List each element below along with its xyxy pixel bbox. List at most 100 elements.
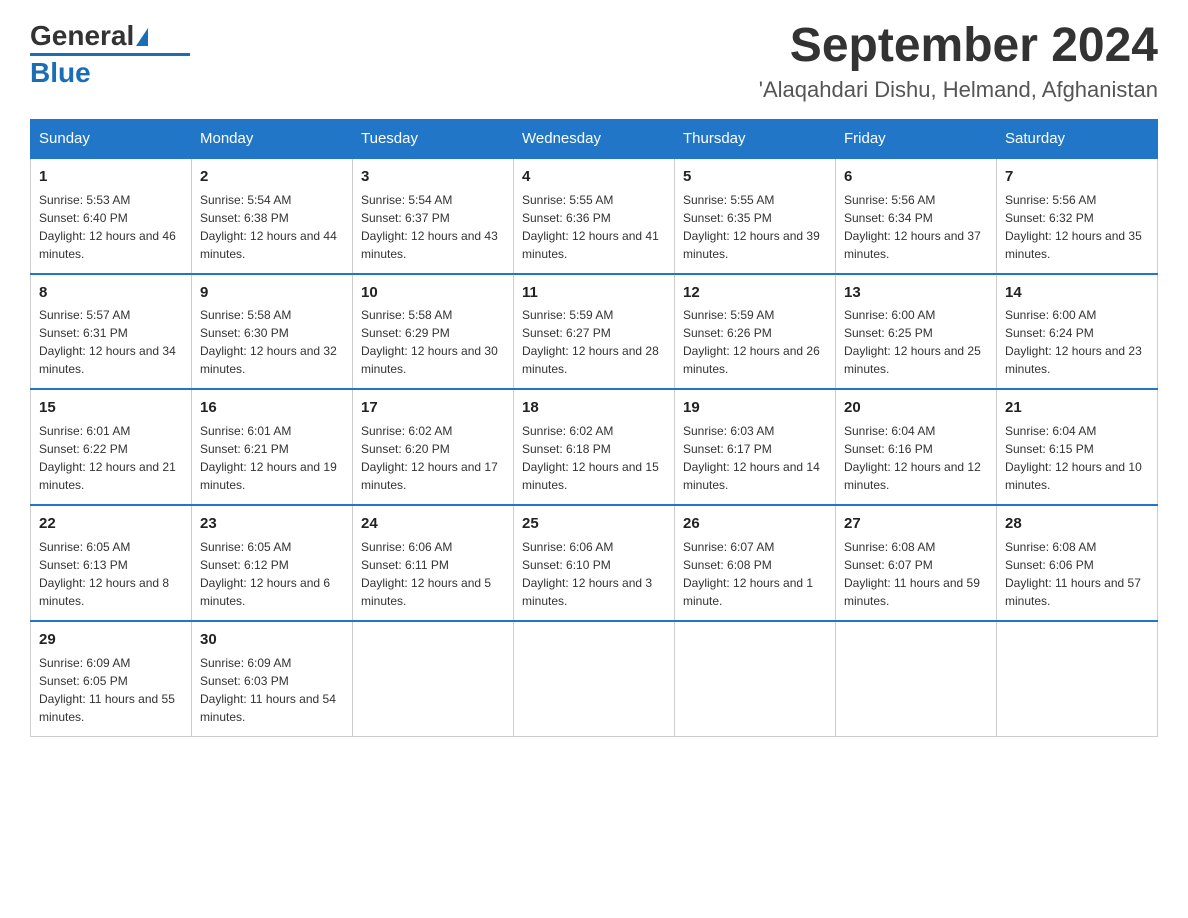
day-info: Sunrise: 6:06 AMSunset: 6:11 PMDaylight:… (361, 538, 505, 610)
day-of-week-header: Tuesday (353, 119, 514, 158)
calendar-week-row: 15Sunrise: 6:01 AMSunset: 6:22 PMDayligh… (31, 389, 1158, 505)
logo-general-text: General (30, 20, 134, 52)
day-number: 29 (39, 629, 183, 651)
day-number: 13 (844, 282, 988, 304)
calendar-day-cell: 29 Sunrise: 6:09 AMSunset: 6:05 PMDayligh… (31, 621, 192, 736)
calendar-day-cell: 17 Sunrise: 6:02 AMSunset: 6:20 PMDayligh… (353, 389, 514, 505)
calendar-day-cell: 1Sunrise: 5:53 AMSunset: 6:40 PMDaylight… (31, 158, 192, 274)
day-number: 8 (39, 282, 183, 304)
day-info: Sunrise: 6:01 AMSunset: 6:22 PMDaylight:… (39, 422, 183, 494)
day-number: 10 (361, 282, 505, 304)
calendar-day-cell: 14Sunrise: 6:00 AMSunset: 6:24 PMDayligh… (997, 274, 1158, 390)
day-of-week-header: Monday (192, 119, 353, 158)
day-number: 22 (39, 513, 183, 535)
day-info: Sunrise: 6:09 AMSunset: 6:05 PMDaylight:… (39, 654, 183, 726)
day-info: Sunrise: 6:05 AMSunset: 6:13 PMDaylight:… (39, 538, 183, 610)
day-info: Sunrise: 6:00 AMSunset: 6:24 PMDaylight:… (1005, 306, 1149, 378)
title-block: September 2024 'Alaqahdari Dishu, Helman… (759, 20, 1158, 103)
logo-triangle-icon (136, 28, 148, 46)
calendar-day-cell (836, 621, 997, 736)
calendar-day-cell: 9Sunrise: 5:58 AMSunset: 6:30 PMDaylight… (192, 274, 353, 390)
calendar-day-cell: 11Sunrise: 5:59 AMSunset: 6:27 PMDayligh… (514, 274, 675, 390)
day-info: Sunrise: 6:04 AMSunset: 6:15 PMDaylight:… (1005, 422, 1149, 494)
day-info: Sunrise: 5:55 AMSunset: 6:35 PMDaylight:… (683, 191, 827, 263)
day-number: 11 (522, 282, 666, 304)
calendar-day-cell: 19Sunrise: 6:03 AMSunset: 6:17 PMDayligh… (675, 389, 836, 505)
calendar-day-cell: 24 Sunrise: 6:06 AMSunset: 6:11 PMDayligh… (353, 505, 514, 621)
calendar-day-cell: 10Sunrise: 5:58 AMSunset: 6:29 PMDayligh… (353, 274, 514, 390)
location-title: 'Alaqahdari Dishu, Helmand, Afghanistan (759, 77, 1158, 103)
day-info: Sunrise: 5:59 AMSunset: 6:27 PMDaylight:… (522, 306, 666, 378)
calendar-day-cell (353, 621, 514, 736)
day-number: 26 (683, 513, 827, 535)
day-number: 6 (844, 166, 988, 188)
calendar-day-cell: 26 Sunrise: 6:07 AMSunset: 6:08 PMDayligh… (675, 505, 836, 621)
day-number: 3 (361, 166, 505, 188)
calendar-day-cell: 30 Sunrise: 6:09 AMSunset: 6:03 PMDayligh… (192, 621, 353, 736)
calendar-week-row: 22 Sunrise: 6:05 AMSunset: 6:13 PMDayligh… (31, 505, 1158, 621)
calendar-day-cell: 6 Sunrise: 5:56 AMSunset: 6:34 PMDaylight… (836, 158, 997, 274)
day-number: 18 (522, 397, 666, 419)
day-number: 20 (844, 397, 988, 419)
day-info: Sunrise: 6:07 AMSunset: 6:08 PMDaylight:… (683, 538, 827, 610)
day-info: Sunrise: 5:58 AMSunset: 6:30 PMDaylight:… (200, 306, 344, 378)
day-info: Sunrise: 5:55 AMSunset: 6:36 PMDaylight:… (522, 191, 666, 263)
calendar-day-cell: 21 Sunrise: 6:04 AMSunset: 6:15 PMDayligh… (997, 389, 1158, 505)
day-info: Sunrise: 5:57 AMSunset: 6:31 PMDaylight:… (39, 306, 183, 378)
day-info: Sunrise: 6:02 AMSunset: 6:18 PMDaylight:… (522, 422, 666, 494)
day-info: Sunrise: 5:56 AMSunset: 6:32 PMDaylight:… (1005, 191, 1149, 263)
month-title: September 2024 (759, 20, 1158, 73)
day-number: 25 (522, 513, 666, 535)
calendar-week-row: 29 Sunrise: 6:09 AMSunset: 6:05 PMDayligh… (31, 621, 1158, 736)
calendar-day-cell: 15Sunrise: 6:01 AMSunset: 6:22 PMDayligh… (31, 389, 192, 505)
day-number: 14 (1005, 282, 1149, 304)
day-info: Sunrise: 6:02 AMSunset: 6:20 PMDaylight:… (361, 422, 505, 494)
day-info: Sunrise: 5:58 AMSunset: 6:29 PMDaylight:… (361, 306, 505, 378)
day-number: 12 (683, 282, 827, 304)
day-info: Sunrise: 5:54 AMSunset: 6:37 PMDaylight:… (361, 191, 505, 263)
day-number: 28 (1005, 513, 1149, 535)
calendar-day-cell (514, 621, 675, 736)
calendar-day-cell: 23 Sunrise: 6:05 AMSunset: 6:12 PMDayligh… (192, 505, 353, 621)
calendar-day-cell (675, 621, 836, 736)
day-number: 27 (844, 513, 988, 535)
day-info: Sunrise: 6:00 AMSunset: 6:25 PMDaylight:… (844, 306, 988, 378)
day-of-week-header: Sunday (31, 119, 192, 158)
day-of-week-header: Friday (836, 119, 997, 158)
day-info: Sunrise: 5:56 AMSunset: 6:34 PMDaylight:… (844, 191, 988, 263)
calendar-day-cell: 3 Sunrise: 5:54 AMSunset: 6:37 PMDaylight… (353, 158, 514, 274)
day-info: Sunrise: 5:59 AMSunset: 6:26 PMDaylight:… (683, 306, 827, 378)
calendar-day-cell: 25 Sunrise: 6:06 AMSunset: 6:10 PMDayligh… (514, 505, 675, 621)
calendar-day-cell: 12Sunrise: 5:59 AMSunset: 6:26 PMDayligh… (675, 274, 836, 390)
calendar-day-cell (997, 621, 1158, 736)
day-info: Sunrise: 5:54 AMSunset: 6:38 PMDaylight:… (200, 191, 344, 263)
day-number: 24 (361, 513, 505, 535)
calendar-day-cell: 4 Sunrise: 5:55 AMSunset: 6:36 PMDaylight… (514, 158, 675, 274)
day-number: 19 (683, 397, 827, 419)
day-number: 9 (200, 282, 344, 304)
calendar-day-cell: 7Sunrise: 5:56 AMSunset: 6:32 PMDaylight… (997, 158, 1158, 274)
calendar-day-cell: 28 Sunrise: 6:08 AMSunset: 6:06 PMDayligh… (997, 505, 1158, 621)
day-info: Sunrise: 6:08 AMSunset: 6:06 PMDaylight:… (1005, 538, 1149, 610)
calendar-day-cell: 16Sunrise: 6:01 AMSunset: 6:21 PMDayligh… (192, 389, 353, 505)
day-number: 17 (361, 397, 505, 419)
calendar-day-cell: 5 Sunrise: 5:55 AMSunset: 6:35 PMDaylight… (675, 158, 836, 274)
day-number: 21 (1005, 397, 1149, 419)
day-info: Sunrise: 6:08 AMSunset: 6:07 PMDaylight:… (844, 538, 988, 610)
day-info: Sunrise: 6:09 AMSunset: 6:03 PMDaylight:… (200, 654, 344, 726)
calendar-week-row: 8Sunrise: 5:57 AMSunset: 6:31 PMDaylight… (31, 274, 1158, 390)
day-info: Sunrise: 6:05 AMSunset: 6:12 PMDaylight:… (200, 538, 344, 610)
calendar-day-cell: 13Sunrise: 6:00 AMSunset: 6:25 PMDayligh… (836, 274, 997, 390)
logo-blue-text: Blue (30, 57, 91, 89)
calendar-day-cell: 22 Sunrise: 6:05 AMSunset: 6:13 PMDayligh… (31, 505, 192, 621)
day-number: 30 (200, 629, 344, 651)
day-number: 4 (522, 166, 666, 188)
calendar-week-row: 1Sunrise: 5:53 AMSunset: 6:40 PMDaylight… (31, 158, 1158, 274)
day-number: 5 (683, 166, 827, 188)
day-info: Sunrise: 6:06 AMSunset: 6:10 PMDaylight:… (522, 538, 666, 610)
calendar-day-cell: 2Sunrise: 5:54 AMSunset: 6:38 PMDaylight… (192, 158, 353, 274)
calendar-day-cell: 27 Sunrise: 6:08 AMSunset: 6:07 PMDayligh… (836, 505, 997, 621)
day-of-week-header: Thursday (675, 119, 836, 158)
day-info: Sunrise: 6:04 AMSunset: 6:16 PMDaylight:… (844, 422, 988, 494)
day-number: 23 (200, 513, 344, 535)
